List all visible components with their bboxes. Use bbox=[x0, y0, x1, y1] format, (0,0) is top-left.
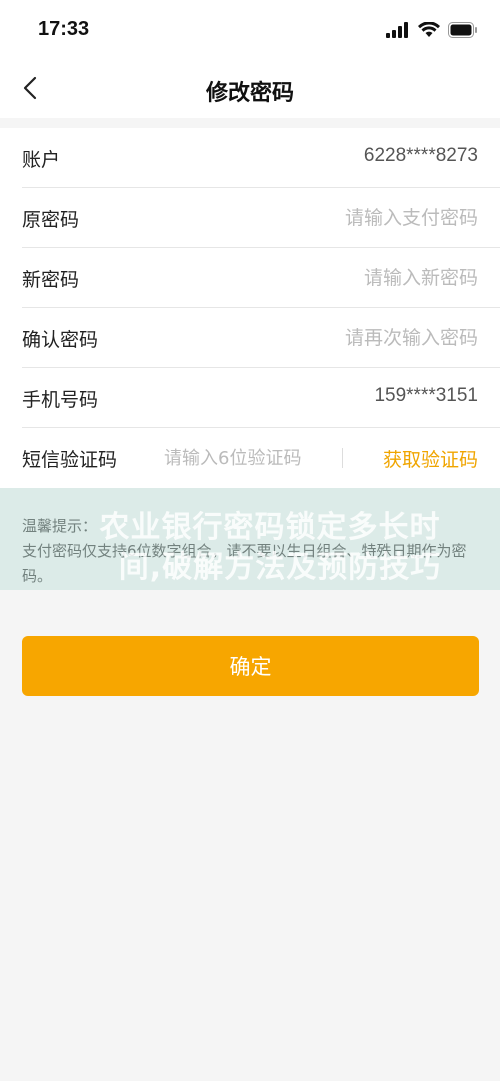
sms-code-label: 短信验证码 bbox=[22, 449, 118, 471]
sms-code-row: 短信验证码 获取验证码 bbox=[22, 428, 500, 488]
tips-title: 温馨提示： bbox=[22, 517, 98, 535]
status-time: 17:33 bbox=[38, 18, 90, 40]
status-icons bbox=[386, 21, 478, 42]
phone-value: 159****3151 bbox=[374, 385, 478, 406]
new-password-row: 新密码 bbox=[22, 248, 500, 308]
battery-icon bbox=[448, 22, 478, 42]
page-title: 修改密码 bbox=[205, 81, 294, 106]
phone-label: 手机号码 bbox=[22, 389, 99, 411]
status-bar: 17:33 bbox=[0, 0, 500, 62]
new-password-label: 新密码 bbox=[22, 269, 80, 291]
confirm-password-row: 确认密码 bbox=[22, 308, 500, 368]
old-password-input[interactable] bbox=[218, 200, 478, 236]
tips-text: 支付密码仅支持6位数字组合，请不要以生日组合、特殊日期作为密码。 bbox=[22, 542, 467, 585]
confirm-password-input[interactable] bbox=[218, 320, 478, 356]
confirm-password-label: 确认密码 bbox=[22, 329, 99, 351]
phone-row: 手机号码 159****3151 bbox=[22, 368, 500, 428]
sms-divider bbox=[342, 448, 343, 468]
password-form: 账户 6228****8273 原密码 新密码 确认密码 手机号码 159***… bbox=[0, 128, 500, 488]
old-password-row: 原密码 bbox=[22, 188, 500, 248]
account-row: 账户 6228****8273 bbox=[22, 128, 500, 188]
new-password-input[interactable] bbox=[218, 260, 478, 296]
account-label: 账户 bbox=[22, 149, 61, 171]
wifi-icon bbox=[418, 21, 440, 42]
account-value: 6228****8273 bbox=[363, 145, 478, 166]
old-password-label: 原密码 bbox=[22, 209, 80, 231]
tips-block: 温馨提示： 支付密码仅支持6位数字组合，请不要以生日组合、特殊日期作为密码。 bbox=[22, 514, 482, 589]
nav-bar: 修改密码 bbox=[0, 62, 500, 118]
signal-icon bbox=[386, 22, 410, 42]
sms-code-input[interactable] bbox=[164, 440, 344, 476]
get-sms-code-button[interactable]: 获取验证码 bbox=[383, 445, 478, 472]
confirm-button[interactable]: 确定 bbox=[22, 636, 479, 696]
